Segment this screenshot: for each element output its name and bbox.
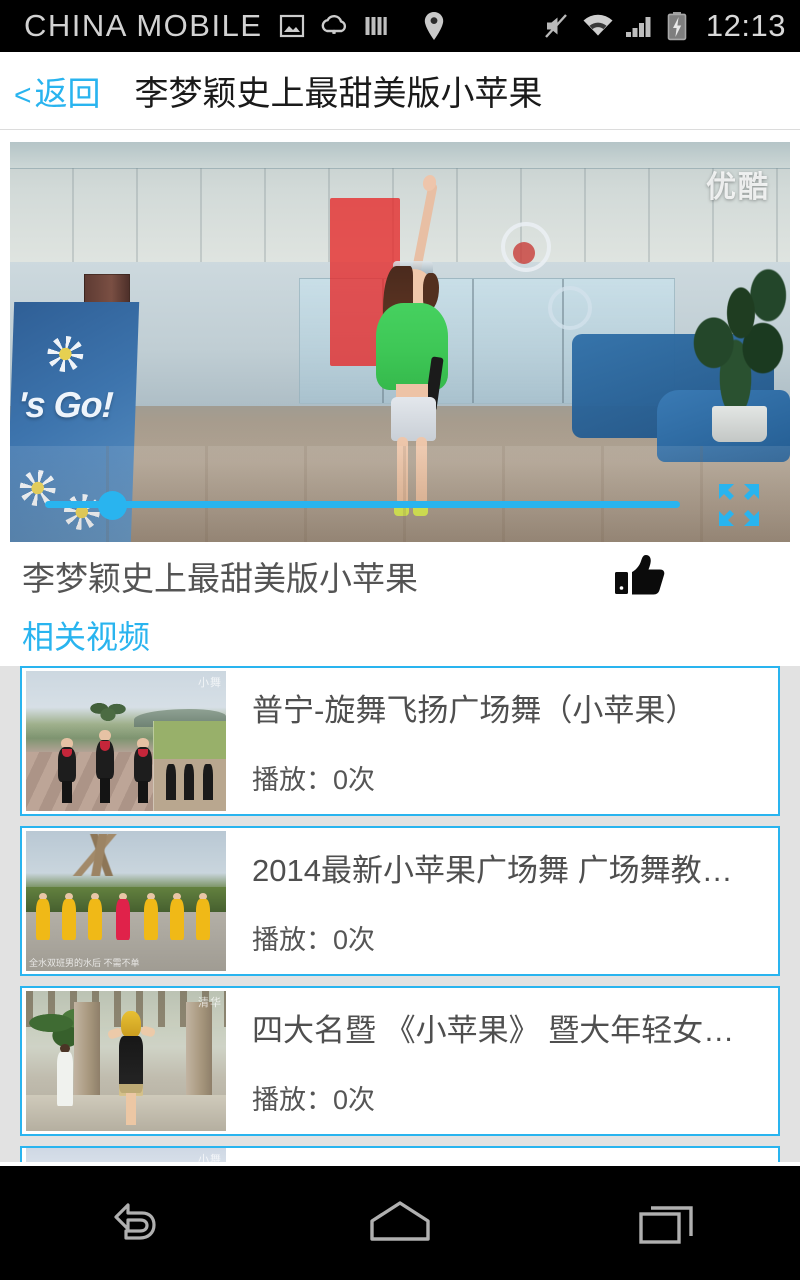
seek-bar[interactable] <box>45 490 680 520</box>
list-item[interactable]: 小舞 普宁-旋舞飞扬广场舞（小苹果） 播放：0次 <box>20 666 780 816</box>
list-item-title: 普宁-旋舞飞扬广场舞（小苹果） <box>252 693 697 728</box>
status-icons-right: 12:13 <box>543 8 786 44</box>
list-item-play-count: 播放：0次 <box>252 1085 376 1115</box>
fullscreen-button[interactable] <box>710 478 768 532</box>
back-chevron-icon: < <box>14 78 32 112</box>
mute-icon <box>545 14 567 38</box>
equalizer-icon <box>365 17 387 35</box>
list-item-title: 2014最新小苹果广场舞 广场舞教… <box>252 853 733 888</box>
image-icon <box>279 14 304 38</box>
like-button[interactable] <box>600 549 680 605</box>
video-thumbnail: 清华 <box>26 991 226 1131</box>
fullscreen-expand-icon <box>719 484 759 526</box>
list-item-title: 四大名暨 《小苹果》 暨大年轻女… <box>252 1013 735 1048</box>
youku-watermark: 优酷 <box>706 171 770 204</box>
list-item-body <box>226 1148 778 1162</box>
weather-rain-icon <box>321 14 346 34</box>
player-controls <box>10 470 790 542</box>
page-title: 李梦颖史上最甜美版小苹果 <box>134 75 543 113</box>
scene-ring-red <box>513 242 536 264</box>
video-info-row: 李梦颖史上最甜美版小苹果 <box>0 545 800 607</box>
back-button[interactable]: < 返回 <box>14 67 101 115</box>
thumbnail-caption: 全水双班男的水后 不需不单 <box>29 958 140 968</box>
status-bar: CHINA MOBILE 12:13 <box>0 0 800 52</box>
list-item-body: 2014最新小苹果广场舞 广场舞教… 播放：0次 <box>226 845 778 957</box>
video-player[interactable]: 's Go! 优酷 <box>10 142 790 542</box>
android-back-icon <box>114 1203 156 1240</box>
scene-rail <box>10 142 790 170</box>
list-item-play-count: 播放：0次 <box>252 765 376 795</box>
location-pin-icon <box>424 12 443 40</box>
back-button-label: 返回 <box>34 74 101 112</box>
android-nav-bar <box>0 1166 800 1280</box>
battery-charging-icon <box>667 12 687 41</box>
list-item[interactable]: 清华 四大名暨 《小苹果》 暨大年轻女… 播放：0次 <box>20 986 780 1136</box>
nav-home-button[interactable] <box>325 1178 475 1268</box>
list-item-body: 四大名暨 《小苹果》 暨大年轻女… 播放：0次 <box>226 1005 778 1117</box>
list-item-body: 普宁-旋舞飞扬广场舞（小苹果） 播放：0次 <box>226 685 778 797</box>
video-thumbnail: 小舞 <box>26 671 226 811</box>
list-item-play-count: 播放：0次 <box>252 925 376 955</box>
wifi-icon <box>583 14 613 36</box>
thumbs-up-icon <box>615 555 665 595</box>
android-recents-icon <box>638 1206 693 1244</box>
carrier-label: CHINA MOBILE <box>24 8 263 43</box>
cellular-signal-icon <box>625 17 651 37</box>
banner-daisy-1 <box>46 335 84 372</box>
app-header: < 返回 李梦颖史上最甜美版小苹果 <box>0 52 800 130</box>
android-home-icon <box>370 1201 430 1241</box>
list-item[interactable]: 小舞 <box>20 1146 780 1162</box>
thumbnail-watermark: 小舞 <box>198 677 222 689</box>
nav-recents-button[interactable] <box>592 1178 742 1268</box>
scene-plant <box>680 246 790 422</box>
status-clock: 12:13 <box>705 8 786 43</box>
status-icons-left <box>279 13 389 39</box>
video-thumbnail: 小舞 <box>26 1148 226 1162</box>
video-title: 李梦颖史上最甜美版小苹果 <box>22 560 418 597</box>
location-icon-wrap <box>423 11 445 41</box>
nav-back-button[interactable] <box>58 1178 208 1268</box>
scene-ring-2 <box>548 286 593 330</box>
scene-plant-pot <box>712 406 767 442</box>
list-item[interactable]: 全水双班男的水后 不需不单 2014最新小苹果广场舞 广场舞教… 播放：0次 <box>20 826 780 976</box>
related-section-heading: 相关视频 <box>22 619 151 655</box>
thumbnail-watermark: 清华 <box>198 997 222 1009</box>
seek-thumb[interactable] <box>97 490 127 520</box>
related-video-list[interactable]: 小舞 普宁-旋舞飞扬广场舞（小苹果） 播放：0次 全水双班男的水后 不需不单 2… <box>0 666 800 1162</box>
video-thumbnail: 全水双班男的水后 不需不单 <box>26 831 226 971</box>
thumbnail-watermark: 小舞 <box>198 1154 222 1162</box>
banner-text: 's Go! <box>17 383 114 425</box>
